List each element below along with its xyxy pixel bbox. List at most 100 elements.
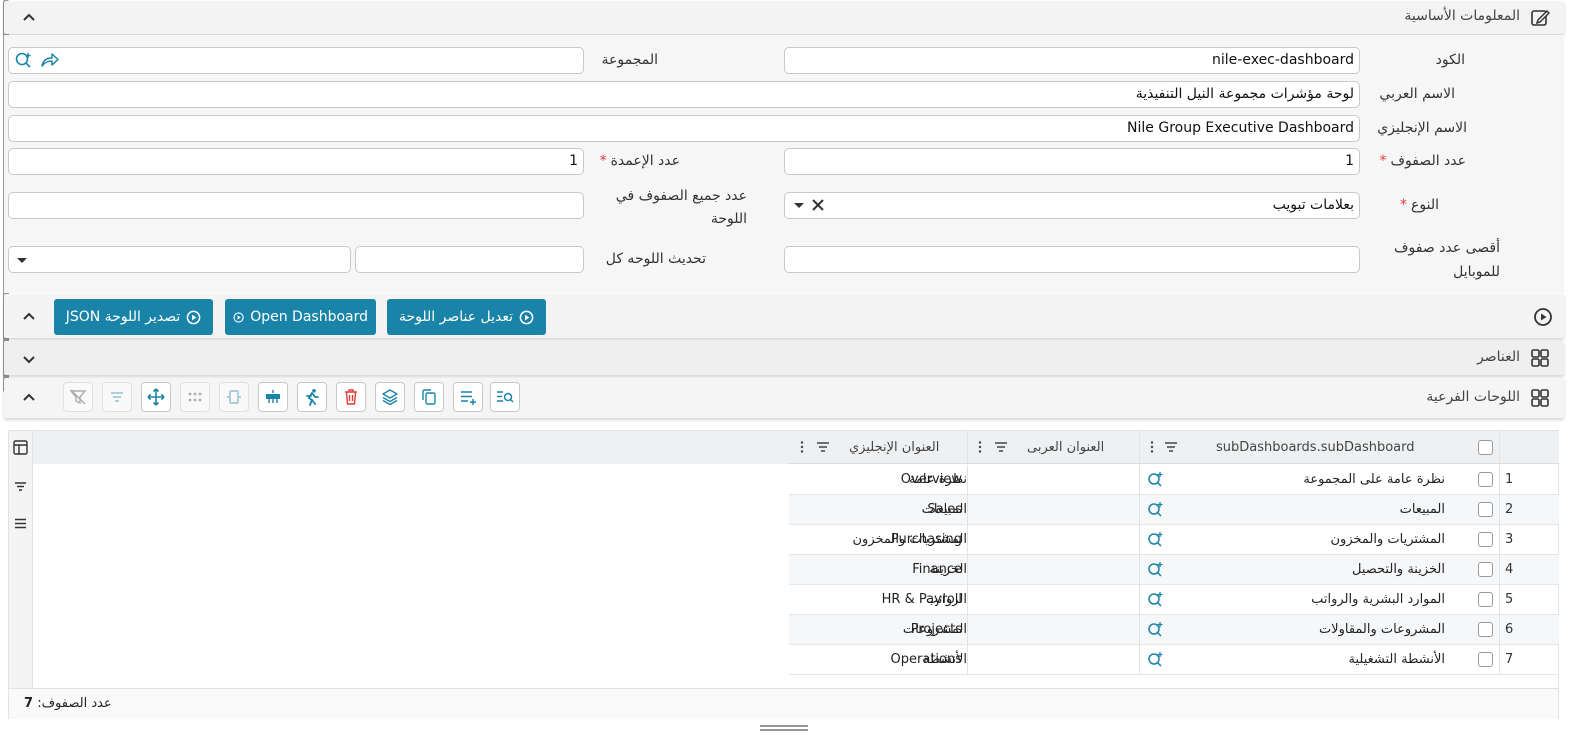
search-icon[interactable] [1147, 561, 1165, 578]
search-icon[interactable] [1147, 471, 1165, 488]
row-checkbox[interactable] [1478, 532, 1493, 547]
chevron-down-icon[interactable] [22, 352, 36, 366]
type-label: النوع* [1400, 197, 1439, 213]
refresh-input[interactable] [355, 246, 584, 273]
select-all-checkbox[interactable] [1478, 440, 1493, 455]
filter-icon[interactable] [13, 479, 28, 494]
table-row[interactable]: 7 الأنشطة التشغيلية الأنشطة Operations [789, 645, 1559, 675]
search-list-button[interactable] [490, 382, 520, 412]
row-checkbox[interactable] [1478, 592, 1493, 607]
arabic-name-input[interactable]: لوحة مؤشرات مجموعة النيل التنفيذية [8, 81, 1360, 108]
all-rows-input[interactable] [8, 192, 584, 219]
resize-button[interactable] [219, 382, 249, 412]
delete-button[interactable] [336, 382, 366, 412]
grid-header-empty [33, 431, 789, 464]
row-checkbox[interactable] [1478, 562, 1493, 577]
col-arabic-title[interactable]: العنوان العربى [1027, 431, 1104, 464]
chevron-up-icon[interactable] [22, 310, 36, 324]
col-filter-icon[interactable] [816, 440, 830, 454]
move-button[interactable] [141, 382, 171, 412]
table-row[interactable]: 2 المبيعات المبيعات Sales [789, 495, 1559, 525]
col-menu-icon[interactable] [1149, 440, 1155, 454]
caret-down-icon[interactable] [16, 255, 28, 265]
search-icon[interactable] [1147, 651, 1165, 668]
table-row[interactable]: 1 نظرة عامة على المجموعة نظرة عامة Overv… [789, 465, 1559, 495]
english-name-label: الاسم الإنجليزي [1377, 120, 1467, 136]
rows-label-text: عدد الصفوف [1390, 153, 1466, 169]
col-menu-icon[interactable] [799, 440, 805, 454]
insert-row-button[interactable] [258, 382, 288, 412]
type-select[interactable]: بعلامات تبويب [784, 192, 1360, 219]
search-icon[interactable] [1147, 531, 1165, 548]
mobile-rows-label: أقصى عدد صفوف للموبايل [1394, 240, 1500, 280]
add-list-button[interactable] [453, 382, 483, 412]
chevron-up-icon[interactable] [22, 11, 36, 25]
delete-icon [345, 389, 357, 405]
rows-input[interactable]: 1 [784, 148, 1360, 175]
layers-button[interactable] [375, 382, 405, 412]
columns-input[interactable]: 1 [8, 148, 584, 175]
mobile-rows-input[interactable] [784, 246, 1360, 273]
group-input[interactable] [8, 47, 584, 74]
table-row[interactable]: 5 الموارد البشرية والرواتب الرواتب HR & … [789, 585, 1559, 615]
type-label-text: النوع [1411, 197, 1439, 213]
row-checkbox[interactable] [1478, 652, 1493, 667]
filter-off-button[interactable] [63, 382, 93, 412]
dots-grid-icon [188, 392, 202, 402]
elements-header[interactable]: العناصر [4, 341, 1564, 375]
group-label: المجموعة [601, 52, 658, 68]
copy-button[interactable] [414, 382, 444, 412]
grid-icon [1530, 388, 1550, 408]
resize-handle[interactable] [760, 725, 808, 731]
columns-label-text: عدد الإعمدة [610, 153, 680, 169]
col-english-title[interactable]: العنوان الإنجليزي [849, 431, 939, 464]
row-number: 3 [1505, 532, 1514, 547]
add-list-icon [461, 391, 476, 405]
row-count-value: 7 [24, 696, 34, 711]
cell-english-title: Sales [927, 502, 962, 517]
col-subdashboard[interactable]: subDashboards.subDashboard [1216, 431, 1415, 464]
table-row[interactable]: 3 المشتريات والمخزون المشتريات والمخزون … [789, 525, 1559, 555]
menu-icon[interactable] [13, 516, 28, 531]
chevron-up-icon[interactable] [22, 391, 36, 405]
required-mark: * [1379, 153, 1387, 169]
col-menu-icon[interactable] [977, 440, 983, 454]
share-icon[interactable] [40, 52, 60, 68]
search-icon[interactable] [1147, 501, 1165, 518]
clear-icon[interactable] [811, 198, 825, 212]
run-button[interactable] [297, 382, 327, 412]
english-name-input[interactable]: Nile Group Executive Dashboard [8, 115, 1360, 142]
open-dashboard-button[interactable]: Open Dashboard [225, 299, 376, 335]
row-number: 6 [1505, 622, 1514, 637]
export-json-button[interactable]: تصدير اللوحة JSON [54, 299, 213, 335]
basic-info-header[interactable]: المعلومات الأساسية [4, 1, 1564, 34]
arabic-name-label: الاسم العربي [1379, 86, 1455, 102]
cell-subdashboard: نظرة عامة على المجموعة [1303, 472, 1445, 487]
search-icon[interactable] [1147, 591, 1165, 608]
row-checkbox[interactable] [1478, 502, 1493, 517]
basic-info-title: المعلومات الأساسية [1404, 8, 1520, 24]
table-row[interactable]: 6 المشروعات والمقاولات المشروعات Project… [789, 615, 1559, 645]
row-checkbox[interactable] [1478, 472, 1493, 487]
search-list-icon [497, 391, 514, 403]
table-icon[interactable] [13, 440, 28, 455]
search-icon[interactable] [14, 51, 34, 69]
edit-items-label: تعديل عناصر اللوحة [398, 309, 514, 325]
play-circle-icon[interactable] [1533, 307, 1553, 327]
dots-button[interactable] [180, 382, 210, 412]
col-filter-icon[interactable] [994, 440, 1008, 454]
filter-off-icon [69, 389, 87, 405]
cell-english-title: Projects [910, 622, 962, 637]
caret-down-icon[interactable] [793, 200, 805, 210]
row-number: 5 [1505, 592, 1514, 607]
insert-row-icon [266, 390, 280, 403]
refresh-unit-select[interactable] [8, 246, 351, 273]
filter-button[interactable] [102, 382, 132, 412]
row-checkbox[interactable] [1478, 622, 1493, 637]
col-filter-icon[interactable] [1164, 440, 1178, 454]
search-icon[interactable] [1147, 621, 1165, 638]
table-row[interactable]: 4 الخزينة والتحصيل الخزينة Finance [789, 555, 1559, 585]
code-input[interactable]: nile-exec-dashboard [784, 47, 1360, 74]
edit-items-button[interactable]: تعديل عناصر اللوحة [387, 299, 546, 335]
row-count-label: عدد الصفوف: [37, 696, 112, 711]
